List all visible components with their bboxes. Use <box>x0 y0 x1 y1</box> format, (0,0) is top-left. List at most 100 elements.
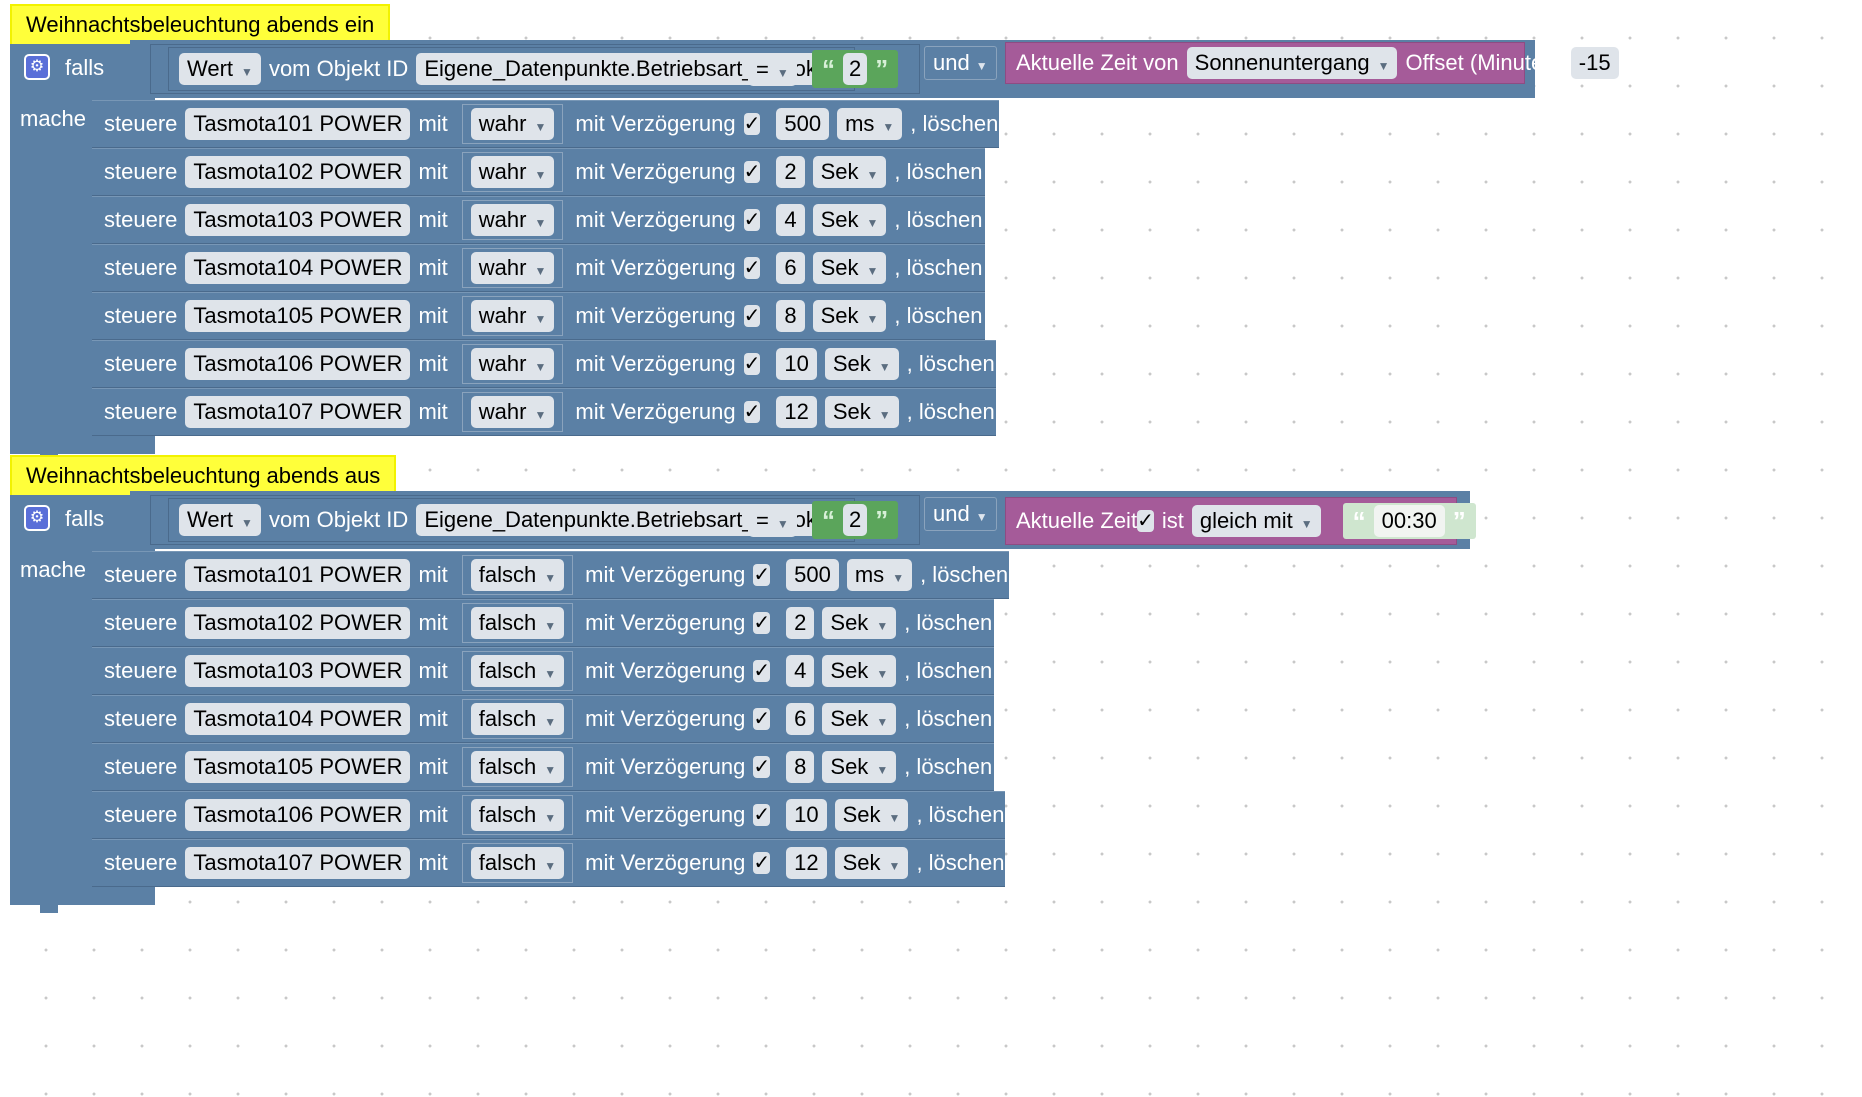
value-slot[interactable]: falsch ▼ <box>461 843 574 883</box>
delay-checkbox[interactable]: ✓ <box>743 113 761 135</box>
unit-dropdown[interactable]: ms ▼ <box>846 559 913 591</box>
unit-dropdown[interactable]: Sek ▼ <box>822 655 897 687</box>
control-statement[interactable]: steuere Tasmota107 POWER mit wahr ▼ mit V… <box>92 388 1088 436</box>
unit-dropdown[interactable]: Sek ▼ <box>822 751 897 783</box>
delay-field[interactable]: 4 <box>776 204 805 236</box>
unit-dropdown[interactable]: Sek ▼ <box>812 156 887 188</box>
logic-operator-dropdown[interactable]: und ▼ <box>924 46 997 80</box>
time-compare-block[interactable]: Aktuelle Zeit ✓ ist gleich mit ▼ “ 00:30 … <box>1005 497 1476 545</box>
value-slot[interactable]: falsch ▼ <box>461 603 574 643</box>
value-slot[interactable]: wahr ▼ <box>461 152 564 192</box>
offset-field[interactable]: -15 <box>1570 47 1619 79</box>
value-slot[interactable]: falsch ▼ <box>461 555 574 595</box>
text-literal-block[interactable]: “ 2 ” <box>812 50 899 88</box>
device-field[interactable]: Tasmota101 POWER <box>185 108 411 140</box>
control-statement[interactable]: steuere Tasmota101 POWER mit falsch ▼ mit… <box>92 551 1101 599</box>
control-statement[interactable]: steuere Tasmota102 POWER mit wahr ▼ mit V… <box>92 148 1075 196</box>
blockly-workspace[interactable]: Weihnachtsbeleuchtung abends ein ⚙ falls… <box>0 0 1862 1097</box>
device-field[interactable]: Tasmota102 POWER <box>185 607 411 639</box>
control-statement[interactable]: steuere Tasmota102 POWER mit falsch ▼ mit… <box>92 599 1085 647</box>
device-field[interactable]: Tasmota107 POWER <box>185 396 411 428</box>
boolean-dropdown[interactable]: wahr ▼ <box>470 396 555 428</box>
delay-field[interactable]: 500 <box>786 559 839 591</box>
boolean-dropdown[interactable]: wahr ▼ <box>470 252 555 284</box>
delay-field[interactable]: 10 <box>786 799 827 831</box>
device-field[interactable]: Tasmota107 POWER <box>185 847 411 879</box>
delay-field[interactable]: 6 <box>786 703 815 735</box>
text-value-field[interactable]: 2 <box>843 53 868 85</box>
delay-field[interactable]: 4 <box>786 655 815 687</box>
boolean-dropdown[interactable]: falsch ▼ <box>470 655 565 687</box>
device-field[interactable]: Tasmota106 POWER <box>185 799 411 831</box>
boolean-dropdown[interactable]: wahr ▼ <box>470 204 555 236</box>
device-field[interactable]: Tasmota102 POWER <box>185 156 411 188</box>
astro-time-block[interactable]: Aktuelle Zeit von Sonnenuntergang ▼ Offse… <box>1005 42 1619 84</box>
wert-dropdown[interactable]: Wert ▼ <box>179 53 261 85</box>
time-value-field[interactable]: 00:30 <box>1373 505 1445 537</box>
wert-dropdown[interactable]: Wert ▼ <box>179 504 261 536</box>
boolean-dropdown[interactable]: falsch ▼ <box>470 703 565 735</box>
logic-operator-dropdown[interactable]: und ▼ <box>924 497 997 531</box>
operator-dropdown[interactable]: = ▼ <box>748 54 797 86</box>
control-statement[interactable]: steuere Tasmota103 POWER mit falsch ▼ mit… <box>92 647 1085 695</box>
control-statement[interactable]: steuere Tasmota101 POWER mit wahr ▼ mit V… <box>92 100 1091 148</box>
unit-dropdown[interactable]: Sek ▼ <box>824 348 899 380</box>
delay-field[interactable]: 2 <box>786 607 815 639</box>
delay-checkbox[interactable]: ✓ <box>753 564 771 586</box>
control-statement[interactable]: steuere Tasmota104 POWER mit wahr ▼ mit V… <box>92 244 1075 292</box>
delay-field[interactable]: 500 <box>776 108 830 140</box>
value-slot[interactable]: falsch ▼ <box>461 651 574 691</box>
value-slot[interactable]: falsch ▼ <box>461 747 574 787</box>
device-field[interactable]: Tasmota105 POWER <box>185 300 411 332</box>
unit-dropdown[interactable]: Sek ▼ <box>822 607 897 639</box>
delay-checkbox[interactable]: ✓ <box>753 804 771 826</box>
delay-field[interactable]: 10 <box>776 348 817 380</box>
delay-field[interactable]: 12 <box>786 847 827 879</box>
value-slot[interactable]: wahr ▼ <box>461 392 564 432</box>
unit-dropdown[interactable]: Sek ▼ <box>812 204 887 236</box>
delay-checkbox[interactable]: ✓ <box>743 401 761 423</box>
device-field[interactable]: Tasmota101 POWER <box>185 559 411 591</box>
control-statement[interactable]: steuere Tasmota105 POWER mit falsch ▼ mit… <box>92 743 1085 791</box>
control-statement[interactable]: steuere Tasmota105 POWER mit wahr ▼ mit V… <box>92 292 1075 340</box>
boolean-dropdown[interactable]: falsch ▼ <box>470 607 565 639</box>
device-field[interactable]: Tasmota106 POWER <box>185 348 411 380</box>
delay-checkbox[interactable]: ✓ <box>753 612 771 634</box>
boolean-dropdown[interactable]: falsch ▼ <box>470 559 565 591</box>
value-slot[interactable]: wahr ▼ <box>461 104 564 144</box>
boolean-dropdown[interactable]: falsch ▼ <box>470 847 565 879</box>
value-slot[interactable]: wahr ▼ <box>461 344 564 384</box>
delay-checkbox[interactable]: ✓ <box>753 660 771 682</box>
device-field[interactable]: Tasmota104 POWER <box>185 703 411 735</box>
delay-field[interactable]: 2 <box>776 156 805 188</box>
control-statement[interactable]: steuere Tasmota106 POWER mit wahr ▼ mit V… <box>92 340 1088 388</box>
device-field[interactable]: Tasmota103 POWER <box>185 655 411 687</box>
gear-icon[interactable]: ⚙ <box>24 505 50 531</box>
unit-dropdown[interactable]: Sek ▼ <box>812 252 887 284</box>
text-value-field[interactable]: 2 <box>843 504 868 536</box>
boolean-dropdown[interactable]: wahr ▼ <box>470 156 555 188</box>
delay-checkbox[interactable]: ✓ <box>753 852 771 874</box>
control-statement[interactable]: steuere Tasmota103 POWER mit wahr ▼ mit V… <box>92 196 1075 244</box>
boolean-dropdown[interactable]: wahr ▼ <box>470 108 555 140</box>
delay-field[interactable]: 8 <box>786 751 815 783</box>
control-statement[interactable]: steuere Tasmota106 POWER mit falsch ▼ mit… <box>92 791 1097 839</box>
delay-checkbox[interactable]: ✓ <box>743 353 761 375</box>
unit-dropdown[interactable]: Sek ▼ <box>834 799 909 831</box>
operator-dropdown[interactable]: = ▼ <box>748 505 797 537</box>
control-statement[interactable]: steuere Tasmota104 POWER mit falsch ▼ mit… <box>92 695 1085 743</box>
value-slot[interactable]: wahr ▼ <box>461 296 564 336</box>
time-text-block[interactable]: “ 00:30 ” <box>1342 503 1476 539</box>
value-slot[interactable]: wahr ▼ <box>461 248 564 288</box>
delay-checkbox[interactable]: ✓ <box>753 708 771 730</box>
control-statement[interactable]: steuere Tasmota107 POWER mit falsch ▼ mit… <box>92 839 1097 887</box>
delay-checkbox[interactable]: ✓ <box>743 161 761 183</box>
delay-checkbox[interactable]: ✓ <box>743 209 761 231</box>
delay-checkbox[interactable]: ✓ <box>743 305 761 327</box>
value-slot[interactable]: wahr ▼ <box>461 200 564 240</box>
unit-dropdown[interactable]: Sek ▼ <box>834 847 909 879</box>
delay-checkbox[interactable]: ✓ <box>743 257 761 279</box>
unit-dropdown[interactable]: Sek ▼ <box>822 703 897 735</box>
boolean-dropdown[interactable]: falsch ▼ <box>470 799 565 831</box>
text-literal-block[interactable]: “ 2 ” <box>812 501 899 539</box>
